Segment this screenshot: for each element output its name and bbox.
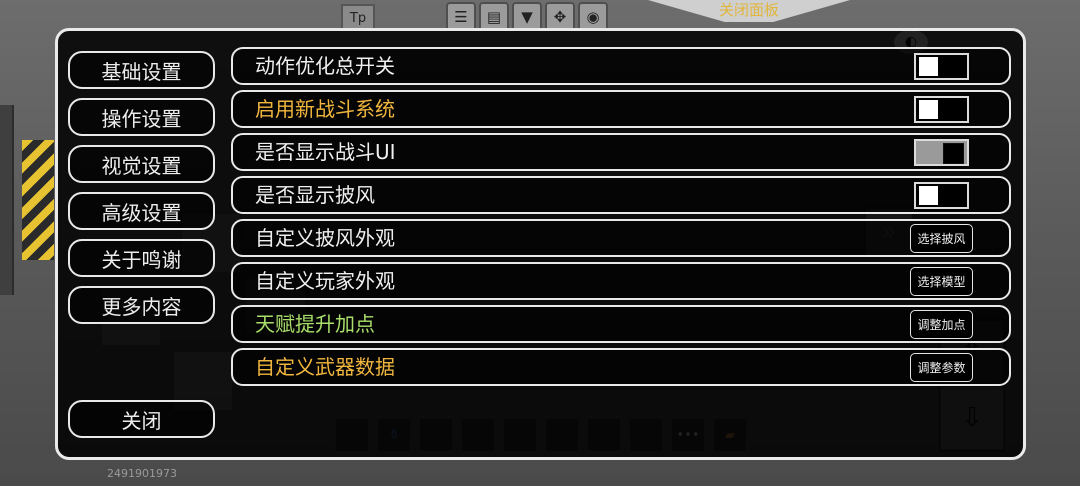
toggle-knob [919,57,938,76]
setting-row-action-optimization: 动作优化总开关 [231,47,1011,85]
new-combat-system-toggle[interactable] [914,96,969,123]
setting-label: 自定义玩家外观 [255,269,395,293]
nav-about-credits[interactable]: 关于鸣谢 [68,239,215,277]
adjust-params-button[interactable]: 调整参数 [910,353,973,382]
action-optimization-toggle[interactable] [914,53,969,80]
setting-label: 天赋提升加点 [255,312,375,336]
setting-row-new-combat-system: 启用新战斗系统 [231,90,1011,128]
adjust-points-button[interactable]: 调整加点 [910,310,973,339]
setting-row-custom-cape: 自定义披风外观 选择披风 [231,219,1011,257]
left-edge-tab[interactable] [0,105,14,295]
select-cape-button[interactable]: 选择披风 [910,224,973,253]
settings-panel: 基础设置 操作设置 视觉设置 高级设置 关于鸣谢 更多内容 关闭 动作优化总开关… [55,28,1026,460]
setting-row-talent-points: 天赋提升加点 调整加点 [231,305,1011,343]
setting-row-show-cape: 是否显示披风 [231,176,1011,214]
show-cape-toggle[interactable] [914,182,969,209]
nav-advanced-settings[interactable]: 高级设置 [68,192,215,230]
close-button[interactable]: 关闭 [68,400,215,438]
toggle-knob [943,143,964,164]
nav-control-settings[interactable]: 操作设置 [68,98,215,136]
setting-label: 动作优化总开关 [255,54,395,78]
setting-row-custom-weapon-data: 自定义武器数据 调整参数 [231,348,1011,386]
nav-visual-settings[interactable]: 视觉设置 [68,145,215,183]
setting-label: 自定义披风外观 [255,226,395,250]
setting-label: 自定义武器数据 [255,355,395,379]
setting-row-custom-player-skin: 自定义玩家外观 选择模型 [231,262,1011,300]
nav-more-content[interactable]: 更多内容 [68,286,215,324]
toggle-knob [919,186,938,205]
build-id-text: 2491901973 [107,467,177,480]
combat-ui-toggle[interactable] [914,139,969,166]
setting-label: 启用新战斗系统 [255,97,395,121]
setting-label: 是否显示披风 [255,183,375,207]
close-panel-tab[interactable]: 关闭面板 [648,0,850,22]
hazard-stripe-block [22,140,54,260]
nav-basic-settings[interactable]: 基础设置 [68,51,215,89]
setting-row-combat-ui: 是否显示战斗UI [231,133,1011,171]
select-model-button[interactable]: 选择模型 [910,267,973,296]
toggle-knob [919,100,938,119]
setting-label: 是否显示战斗UI [255,140,396,164]
